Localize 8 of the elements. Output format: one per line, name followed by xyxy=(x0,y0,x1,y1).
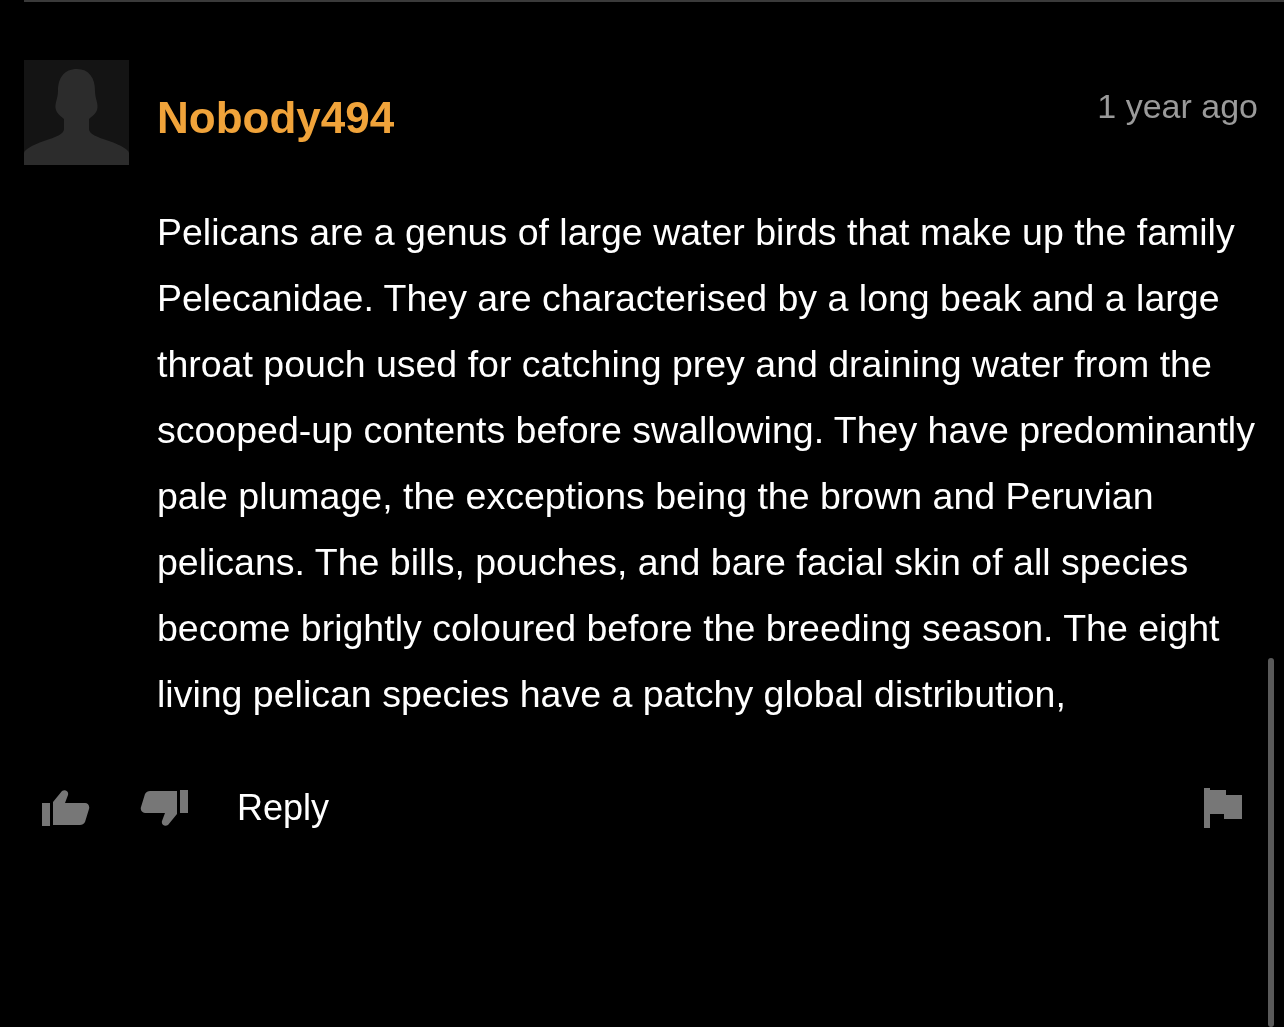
thumbs-up-icon[interactable] xyxy=(42,790,90,826)
scrollbar[interactable] xyxy=(1268,658,1274,1027)
comment-time: 1 year ago xyxy=(1097,87,1258,126)
flag-icon[interactable] xyxy=(1204,788,1242,828)
thumbs-down-icon[interactable] xyxy=(138,790,188,826)
comment-text: Pelicans are a genus of large water birds that make up the family Pelecanidae. They are characterised by a long beak and a large throat pouch used for catching prey and draining water from the scooped-up contents before swallowing. They have predominantly pale plumage, the exceptions being the brown and Peruvian pelicans. The bills, pouches, and bare facial skin of all species become brightly coloured before the breeding season. The eight living pelican species have a patchy global distribution, xyxy=(157,210,1256,717)
username[interactable]: Nobody494 xyxy=(157,92,395,143)
reply-button[interactable]: Reply xyxy=(237,787,330,829)
